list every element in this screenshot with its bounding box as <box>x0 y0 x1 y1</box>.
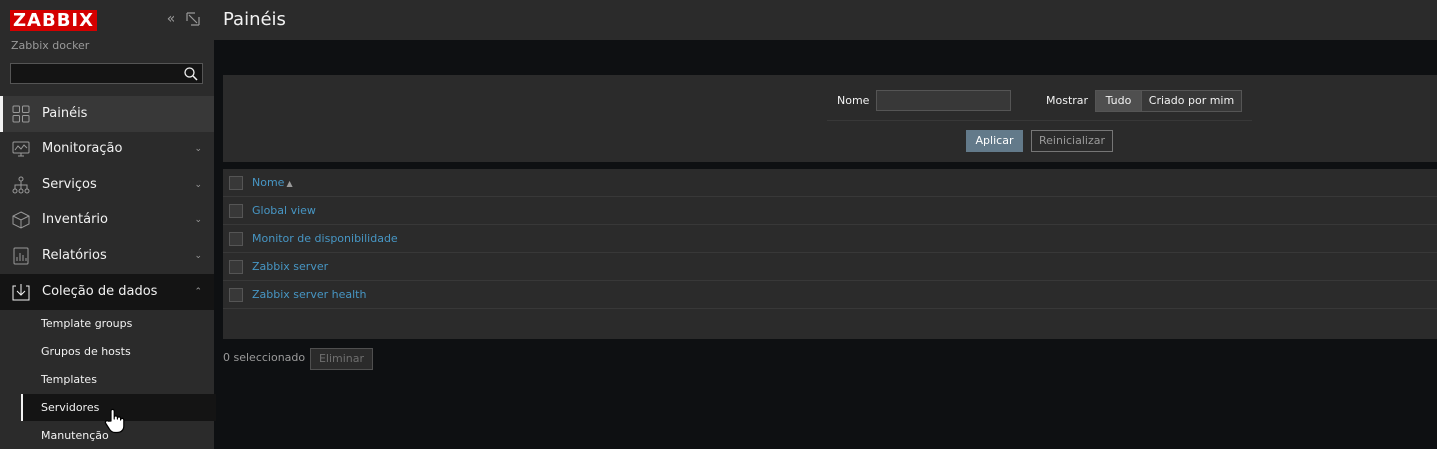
dashboard-icon <box>12 105 30 123</box>
row-checkbox[interactable] <box>229 204 243 218</box>
chevron-down-icon: ⌄ <box>194 144 202 154</box>
submenu-label: Servidores <box>41 401 100 414</box>
chevron-down-icon: ⌄ <box>194 215 202 225</box>
data-collection-icon <box>12 284 30 301</box>
filter-show-created-by-me-option[interactable]: Criado por mim <box>1141 90 1242 112</box>
dashboard-link[interactable]: Zabbix server health <box>252 281 366 308</box>
monitor-icon <box>12 141 30 157</box>
sort-asc-icon: ▲ <box>286 179 293 188</box>
menu-label-monitoring: Monitoração <box>42 141 123 156</box>
menu-label-reports: Relatórios <box>42 248 107 263</box>
table-header-row: Nome ▲ <box>223 169 1437 197</box>
select-all-checkbox[interactable] <box>229 176 243 190</box>
expand-icon[interactable] <box>185 10 201 28</box>
submenu-label: Template groups <box>41 317 133 330</box>
submenu-label: Manutenção <box>41 429 109 442</box>
zabbix-logo[interactable]: ZABBIX <box>10 10 97 31</box>
page-title: Painéis <box>223 9 286 30</box>
apply-button[interactable]: Aplicar <box>966 130 1023 152</box>
dashboard-link[interactable]: Global view <box>252 197 316 224</box>
menu-label-inventory: Inventário <box>42 212 108 227</box>
menu-item-data-collection[interactable]: Coleção de dados ⌃ <box>0 274 214 310</box>
table-row: Monitor de disponibilidade <box>223 225 1437 253</box>
table-row: Global view <box>223 197 1437 225</box>
reset-button[interactable]: Reinicializar <box>1031 130 1113 152</box>
filter-panel: Nome Mostrar Tudo Criado por mim Aplicar… <box>223 75 1437 162</box>
menu-item-inventory[interactable]: Inventário ⌄ <box>0 202 214 238</box>
row-checkbox[interactable] <box>229 260 243 274</box>
menu-label-services: Serviços <box>42 177 97 192</box>
menu-item-services[interactable]: Serviços ⌄ <box>0 167 214 203</box>
report-chart-icon <box>13 247 29 265</box>
filter-divider <box>827 120 1252 121</box>
chevron-up-icon: ⌃ <box>194 287 202 297</box>
name-column-header[interactable]: Nome ▲ <box>252 169 293 197</box>
menu-label-dashboards: Painéis <box>42 106 88 121</box>
server-name: Zabbix docker <box>11 39 90 52</box>
menu-item-monitoring[interactable]: Monitoração ⌄ <box>0 131 214 167</box>
search-icon[interactable] <box>183 66 199 82</box>
dashboard-link[interactable]: Monitor de disponibilidade <box>252 225 398 252</box>
filter-show-label: Mostrar <box>1046 94 1089 107</box>
delete-button[interactable]: Eliminar <box>310 348 373 370</box>
submenu-label: Templates <box>41 373 97 386</box>
sidebar-search-input[interactable] <box>10 63 203 84</box>
services-tree-icon <box>12 176 30 194</box>
selected-count: 0 seleccionado <box>223 351 306 364</box>
submenu-item-template-groups[interactable]: Template groups <box>21 310 214 337</box>
submenu-label: Grupos de hosts <box>41 345 131 358</box>
chevron-down-icon: ⌄ <box>194 180 202 190</box>
filter-name-input[interactable] <box>876 90 1011 111</box>
name-column-header-label: Nome <box>252 176 285 189</box>
dashboard-link[interactable]: Zabbix server <box>252 253 328 280</box>
submenu-item-templates[interactable]: Templates <box>21 366 214 393</box>
chevron-down-icon: ⌄ <box>194 251 202 261</box>
dashboards-table: Nome ▲ Global view Monitor de disponibili… <box>223 169 1437 339</box>
row-checkbox[interactable] <box>229 288 243 302</box>
menu-item-reports[interactable]: Relatórios ⌄ <box>0 238 214 274</box>
double-chevron-left-icon[interactable]: « <box>163 10 179 28</box>
submenu-item-host-groups[interactable]: Grupos de hosts <box>21 338 214 365</box>
table-row: Zabbix server health <box>223 281 1437 309</box>
box-icon <box>12 211 30 229</box>
menu-label-data-collection: Coleção de dados <box>42 284 158 299</box>
filter-name-label: Nome <box>837 94 870 107</box>
filter-show-all-option[interactable]: Tudo <box>1095 90 1142 112</box>
table-row: Zabbix server <box>223 253 1437 281</box>
menu-item-dashboards[interactable]: Painéis <box>0 96 214 132</box>
row-checkbox[interactable] <box>229 232 243 246</box>
sidebar: ZABBIX « Zabbix docker Painéis Monitoraç… <box>0 0 216 449</box>
hand-pointer-icon <box>104 408 125 434</box>
page-header: Painéis <box>214 0 1437 40</box>
